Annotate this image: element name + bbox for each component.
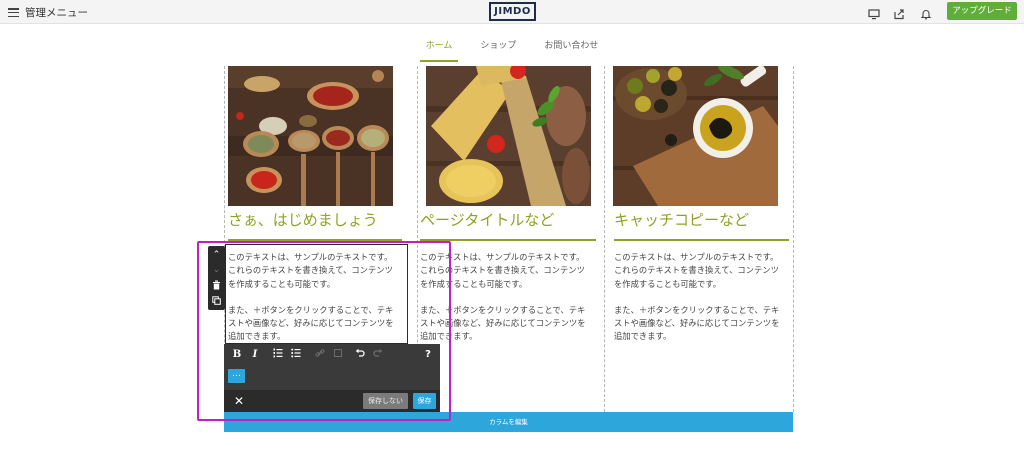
- text-line: を作成することも可能です。: [614, 278, 722, 289]
- column-title: ページタイトルなど: [420, 211, 555, 229]
- column-divider: [604, 66, 605, 412]
- column-divider: [793, 66, 794, 412]
- text-line: また、＋ボタンをクリックすることで、テキ: [614, 304, 780, 315]
- column-text[interactable]: このテキストは、サンプルのテキストです。 これらのテキストを書き換えて、コンテン…: [614, 251, 796, 344]
- nav-item-shop[interactable]: ショップ: [474, 38, 522, 62]
- column-title: さぁ、はじめましょう: [228, 211, 378, 229]
- notification-bell-icon[interactable]: [920, 5, 932, 20]
- text-line: 追加できます。: [614, 331, 672, 342]
- hamburger-icon: [8, 8, 19, 17]
- text-line: これらのテキストを書き換えて、コンテンツ: [614, 265, 779, 276]
- share-icon[interactable]: [893, 5, 905, 20]
- admin-menu-label: 管理メニュー: [25, 7, 88, 19]
- highlight-annotation-box: [197, 241, 451, 421]
- olives-photo: [613, 66, 778, 206]
- pasta-photo: [426, 66, 591, 206]
- text-line: このテキストは、サンプルのテキストです。: [614, 252, 779, 262]
- admin-menu-button[interactable]: 管理メニュー: [8, 5, 88, 20]
- spices-photo: [228, 66, 393, 206]
- admin-topbar: 管理メニュー JIMDO アップグレード: [0, 0, 1024, 24]
- nav-item-contact[interactable]: お問い合わせ: [538, 38, 604, 62]
- title-underline: [614, 239, 789, 241]
- upgrade-button[interactable]: アップグレード: [947, 2, 1017, 20]
- jimdo-logo: JIMDO: [489, 2, 536, 21]
- desktop-preview-icon[interactable]: [868, 5, 880, 20]
- site-navigation: ホーム ショップ お問い合わせ: [0, 38, 1024, 62]
- text-line: ストや画像など、好みに応じてコンテンツを: [614, 318, 780, 329]
- column-title: キャッチコピーなど: [614, 211, 750, 229]
- nav-item-home[interactable]: ホーム: [419, 38, 459, 62]
